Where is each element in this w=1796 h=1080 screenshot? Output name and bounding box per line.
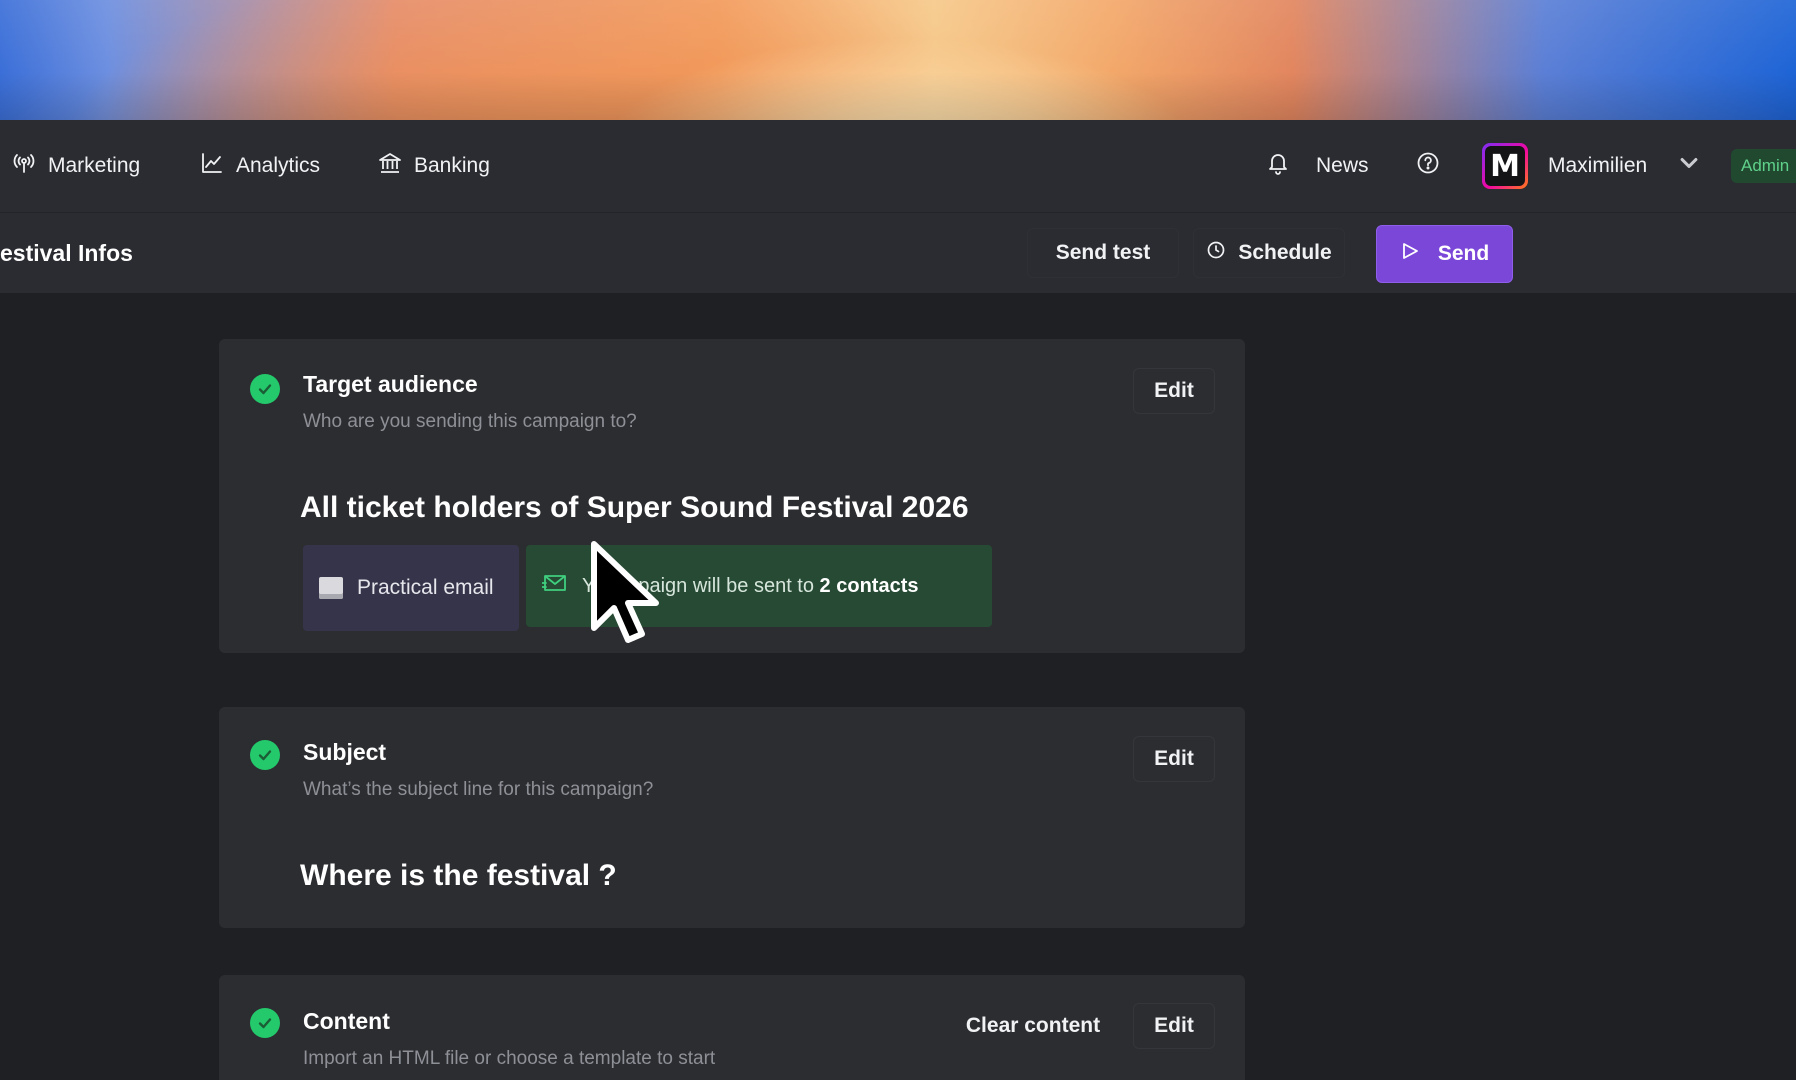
edit-label: Edit [1154, 1014, 1194, 1037]
role-badge: Admin [1731, 149, 1796, 183]
edit-audience-button[interactable]: Edit [1133, 368, 1215, 414]
section-title: Target audience [303, 371, 478, 397]
send-label: Send [1437, 242, 1490, 265]
nav-label: Banking [414, 154, 490, 177]
email-type-chip[interactable]: Practical email [303, 545, 519, 631]
bell-icon [1266, 151, 1290, 181]
page-title: estival Infos [0, 240, 133, 266]
nav-item-banking[interactable]: Banking [378, 120, 490, 212]
news-button[interactable]: News [1266, 120, 1369, 212]
check-circle-icon [250, 1008, 280, 1038]
avatar-initial: M [1485, 146, 1525, 186]
clear-content-button[interactable]: Clear content [953, 1003, 1113, 1049]
nav-item-analytics[interactable]: Analytics [200, 120, 320, 212]
audience-value: All ticket holders of Super Sound Festiv… [300, 491, 969, 524]
chevron-down-icon [1667, 151, 1701, 181]
recipients-count: 2 contacts [819, 574, 919, 597]
clear-content-label: Clear content [965, 1014, 1101, 1037]
recipients-text-prefix: Y [582, 574, 595, 597]
broadcast-icon [12, 151, 36, 181]
nav-label: Marketing [48, 154, 141, 177]
nav-label: Analytics [236, 154, 321, 177]
section-title: Subject [303, 739, 387, 765]
send-button[interactable]: Send [1376, 225, 1513, 283]
target-audience-card: Target audience Who are you sending this… [219, 339, 1245, 653]
edit-subject-button[interactable]: Edit [1133, 736, 1215, 782]
schedule-label: Schedule [1238, 241, 1332, 264]
news-label: News [1316, 154, 1369, 177]
edit-content-button[interactable]: Edit [1133, 1003, 1215, 1049]
clock-icon [1206, 240, 1226, 266]
section-description: What’s the subject line for this campaig… [303, 779, 654, 800]
section-description: Import an HTML file or choose a template… [303, 1048, 716, 1069]
recipients-text: Y campaign will be sent to 2 contacts [582, 575, 918, 598]
campaign-toolbar: estival Infos Send test Schedule Send [0, 212, 1796, 293]
nav-item-marketing[interactable]: Marketing [12, 120, 140, 212]
help-icon [1416, 151, 1440, 181]
help-button[interactable] [1416, 120, 1440, 212]
campaign-editor: Target audience Who are you sending this… [0, 293, 1796, 1080]
recipients-info: Y campaign will be sent to 2 contacts [526, 545, 992, 627]
bank-icon [378, 151, 402, 181]
app-window: Marketing Analytics Banking News M Maxim… [0, 0, 1796, 1080]
schedule-button[interactable]: Schedule [1193, 228, 1345, 278]
subject-value: Where is the festival ? [300, 859, 617, 892]
edit-label: Edit [1154, 747, 1194, 770]
section-description: Who are you sending this campaign to? [303, 411, 637, 432]
recipients-text-middle: campaign will be sent to [594, 574, 820, 597]
user-name: Maximilien [1548, 154, 1648, 177]
section-title: Content [303, 1008, 390, 1034]
play-icon [1400, 241, 1420, 267]
send-test-button[interactable]: Send test [1027, 228, 1179, 278]
email-thumbnail-icon [319, 577, 343, 599]
send-test-label: Send test [1055, 241, 1151, 264]
user-menu[interactable]: M Maximilien [1482, 120, 1701, 212]
top-nav: Marketing Analytics Banking News M Maxim… [0, 120, 1796, 212]
avatar: M [1482, 143, 1528, 189]
check-circle-icon [250, 374, 280, 404]
email-type-label: Practical email [357, 576, 494, 599]
desktop-wallpaper [0, 0, 1796, 120]
content-card: Content Import an HTML file or choose a … [219, 975, 1245, 1080]
line-chart-icon [200, 151, 224, 181]
subject-card: Subject What’s the subject line for this… [219, 707, 1245, 928]
edit-label: Edit [1154, 379, 1194, 402]
envelope-icon [541, 572, 568, 600]
check-circle-icon [250, 740, 280, 770]
